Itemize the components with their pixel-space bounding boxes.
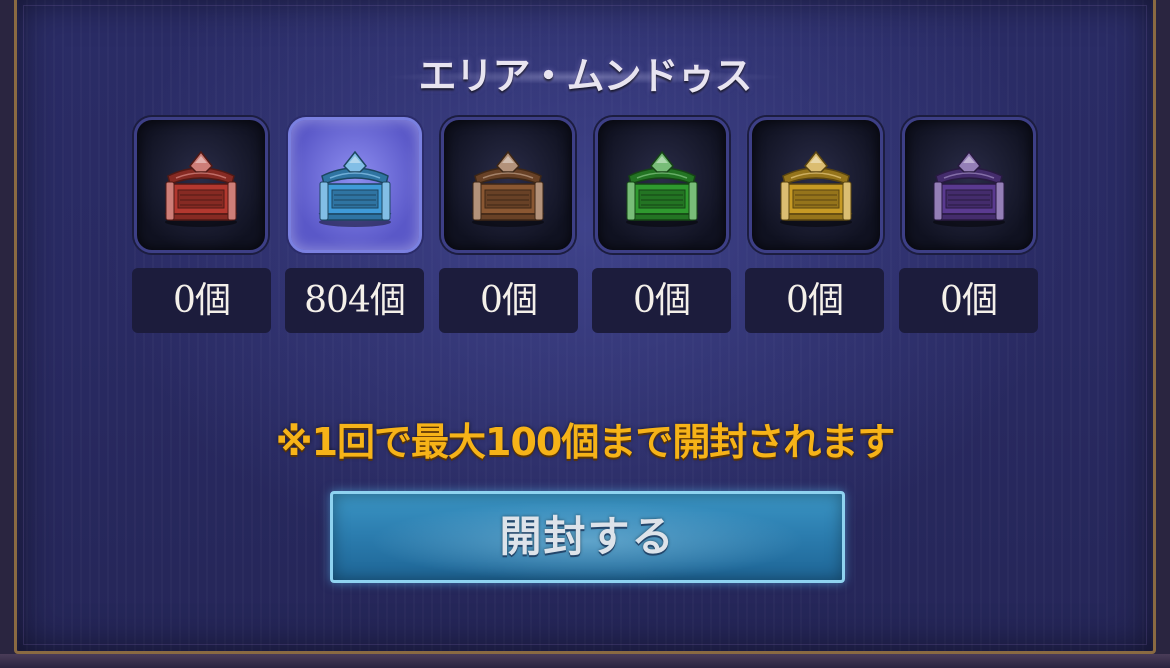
chest-slot-blue[interactable] — [288, 117, 422, 253]
chest-count-purple: 0個 — [899, 268, 1038, 333]
open-limit-notice: ※1回で最大100個まで開封されます — [275, 420, 896, 464]
chest-slot-green[interactable] — [595, 117, 729, 253]
chest-icon — [625, 150, 699, 227]
chest-slot-gold[interactable] — [749, 117, 883, 253]
chest-icon — [164, 150, 238, 227]
open-button[interactable]: 開封する — [330, 491, 845, 583]
chest-icon — [471, 150, 545, 227]
bottom-frame-strip — [0, 654, 1170, 668]
open-button-label: 開封する — [499, 512, 676, 561]
chest-icon — [318, 150, 392, 227]
panel-title: エリア・ムンドゥス — [418, 54, 752, 98]
chest-count-blue: 804個 — [285, 268, 424, 333]
chest-slot-purple[interactable] — [902, 117, 1036, 253]
chest-slot-red[interactable] — [134, 117, 268, 253]
chest-icon — [932, 150, 1006, 227]
chest-count-brown: 0個 — [439, 268, 578, 333]
chest-count-gold: 0個 — [745, 268, 884, 333]
chest-count-green: 0個 — [592, 268, 731, 333]
chest-slot-brown[interactable] — [441, 117, 575, 253]
panel-header: エリア・ムンドゥス — [385, 52, 785, 100]
chest-icon — [779, 150, 853, 227]
chest-count-red: 0個 — [132, 268, 271, 333]
